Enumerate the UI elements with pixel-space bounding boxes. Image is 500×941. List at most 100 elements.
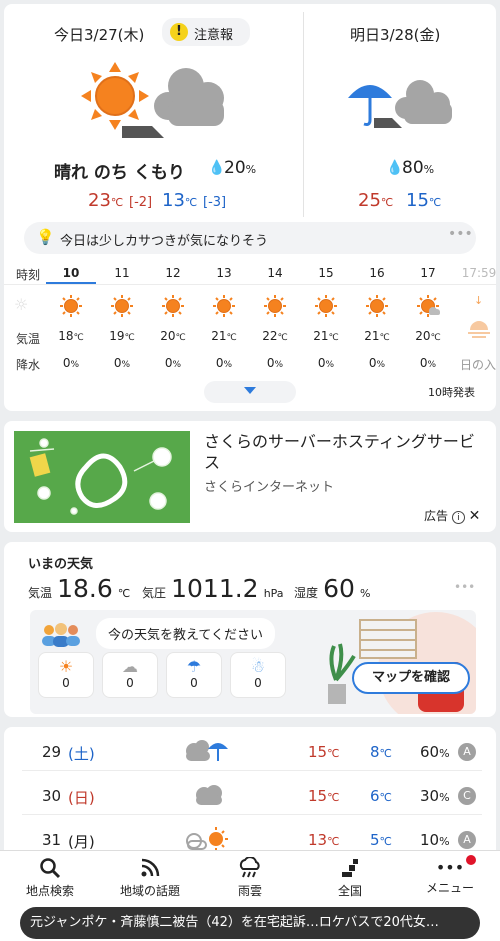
notification-dot: [466, 855, 476, 865]
nav-search[interactable]: 地点検索: [0, 851, 100, 899]
tip-banner[interactable]: 💡 今日は少しカサつきが気になりそう •••: [24, 222, 476, 254]
current-temp: 気温 18.6 ℃: [28, 574, 131, 603]
ad-title[interactable]: さくらのサーバーホスティングサービス: [204, 431, 490, 473]
today-condition: 晴れ のち くもり: [54, 163, 185, 183]
sun-icon: [315, 295, 337, 317]
cloud-then-sun-icon: [186, 827, 228, 851]
more-icon[interactable]: •••: [454, 580, 475, 594]
snowman-icon: ☃: [250, 657, 266, 676]
hour-label: 17:59: [461, 266, 497, 280]
ad-advertiser: さくらインターネット: [204, 480, 335, 495]
more-icon: •••: [435, 858, 465, 877]
sunset-label: 日の入: [460, 358, 497, 372]
divider: [303, 12, 304, 217]
sun-small-icon: ☼: [14, 295, 29, 314]
cloud-icon: ☁: [122, 657, 138, 676]
rain-label: 降水: [16, 358, 41, 372]
forecast-row[interactable]: 30 (日) 15℃ 6℃ 30% C: [22, 779, 482, 815]
vote-sunny[interactable]: ☀ 0: [38, 652, 94, 698]
time-label: 時刻: [16, 268, 41, 282]
nav-rain-cloud[interactable]: 雨雲: [200, 851, 300, 899]
ad-label[interactable]: 広告 i ✕: [424, 507, 480, 524]
hour-label: 14: [267, 266, 283, 280]
hour-rain: 0%: [317, 356, 335, 370]
nav-local-topics[interactable]: 地域の話題: [100, 851, 200, 899]
close-icon[interactable]: ✕: [469, 508, 481, 524]
cloud-then-rain-icon: [186, 740, 228, 761]
level-badge: A: [458, 743, 476, 761]
hour-label: 10: [62, 266, 80, 280]
news-ticker[interactable]: 元ジャンポケ・斉藤慎二被告（42）を在宅起訴…ロケバスで20代女…: [20, 907, 480, 939]
expand-button[interactable]: [204, 381, 296, 403]
today-low: 13℃ [-3]: [162, 190, 227, 211]
ad-illustration[interactable]: [14, 431, 190, 523]
tomorrow-low: 15℃: [406, 190, 442, 211]
tomorrow-precip: 80%: [402, 158, 435, 178]
hour-temp: 18℃: [58, 329, 84, 343]
forecast-card: 今日3/27(木) ! 注意報 晴れ のち くもり 💧 20% 23℃ [-2]…: [4, 4, 496, 411]
info-icon[interactable]: i: [451, 511, 465, 524]
issued-time: 10時発表: [428, 386, 475, 399]
hour-temp: 19℃: [109, 329, 135, 343]
bottom-nav: 地点検索 地域の話題 雨雲 全国 ••• メニュー 元ジャンポケ・斉藤慎二被告（…: [0, 850, 500, 941]
hour-temp: 20℃: [415, 329, 441, 343]
sunset-icon: [468, 321, 490, 338]
hour-temp: 22℃: [262, 329, 288, 343]
hour-label: 17: [420, 266, 436, 280]
rss-icon: [141, 858, 160, 877]
alert-badge[interactable]: ! 注意報: [162, 18, 250, 46]
hour-rain: 0%: [368, 356, 386, 370]
alert-icon: !: [170, 23, 188, 41]
search-icon: [40, 858, 61, 879]
vote-rainy[interactable]: ☂ 0: [166, 652, 222, 698]
raindrop-icon: 💧: [386, 160, 404, 176]
hour-temp: 21℃: [364, 329, 390, 343]
hour-label: 11: [114, 266, 130, 280]
lightbulb-icon: 💡: [36, 228, 55, 246]
tomorrow-title: 明日3/28(金): [350, 26, 441, 44]
umbrella-icon: ☂: [186, 657, 202, 676]
cloud-icon: [196, 785, 222, 805]
nav-menu[interactable]: ••• メニュー: [400, 851, 500, 896]
people-icon: [42, 623, 80, 647]
hourly-divider: [4, 284, 496, 285]
ad-card[interactable]: さくらのサーバーホスティングサービス さくらインターネット 広告 i ✕: [4, 421, 496, 532]
today-title: 今日3/27(木): [54, 26, 145, 44]
raindrop-icon: 💧: [208, 160, 226, 176]
sun-icon: [417, 295, 440, 317]
sun-icon: ☀: [58, 657, 74, 676]
current-humidity: 湿度 60 %: [294, 574, 371, 603]
hour-label: 12: [165, 266, 181, 280]
rain-cloud-icon: [239, 856, 260, 878]
map-button[interactable]: マップを確認: [352, 662, 470, 694]
hour-rain: 0%: [266, 356, 284, 370]
alert-label: 注意報: [194, 28, 234, 43]
sun-icon: [213, 295, 235, 317]
current-pressure: 気圧 1011.2 hPa: [142, 574, 284, 603]
sun-icon: [366, 295, 388, 317]
hour-temp: 20℃: [160, 329, 186, 343]
sun-icon: [264, 295, 286, 317]
japan-map-icon: [342, 859, 358, 877]
hour-label: 16: [369, 266, 385, 280]
today-high: 23℃ [-2]: [88, 190, 153, 211]
chevron-down-icon: [244, 387, 256, 394]
report-panel: 今の天気を教えてください ☀ 0 ☁ 0 ☂ 0 ☃ 0 マップを確認: [30, 610, 476, 714]
level-badge: C: [458, 787, 476, 805]
current-heading: いまの天気: [28, 557, 94, 572]
hour-temp: 21℃: [211, 329, 237, 343]
tomorrow-high: 25℃: [358, 190, 394, 211]
vote-cloudy[interactable]: ☁ 0: [102, 652, 158, 698]
more-icon[interactable]: •••: [448, 226, 473, 242]
sun-icon: [162, 295, 184, 317]
hour-rain: 0%: [113, 356, 131, 370]
nav-nationwide[interactable]: 全国: [300, 851, 400, 899]
forecast-row[interactable]: 29 (土) 15℃ 8℃ 60% A: [22, 735, 482, 771]
hour-rain: 0%: [419, 356, 437, 370]
rain-then-cloudy-icon: [348, 80, 452, 128]
vote-snowy[interactable]: ☃ 0: [230, 652, 286, 698]
hour-label: 13: [216, 266, 232, 280]
sun-icon: [60, 295, 82, 317]
current-weather-card: いまの天気 気温 18.6 ℃ 気圧 1011.2 hPa 湿度 60 % ••…: [4, 542, 496, 717]
hour-rain: 0%: [62, 356, 80, 370]
